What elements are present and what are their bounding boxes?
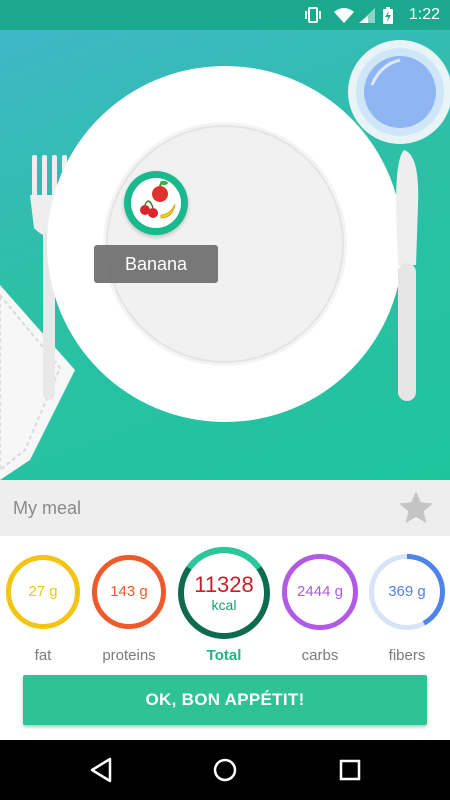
nutrient-fat: 27 g fat xyxy=(5,540,81,664)
meal-name[interactable]: My meal xyxy=(13,498,81,519)
home-icon[interactable] xyxy=(211,756,239,784)
nutrient-total: 11328 kcal Total xyxy=(177,540,271,664)
nutrient-proteins: 143 g proteins xyxy=(91,540,167,664)
fat-ring: 27 g xyxy=(5,554,81,630)
fibers-ring: 369 g xyxy=(368,553,446,631)
fibers-label: fibers xyxy=(388,647,426,664)
signal-icon xyxy=(359,8,375,23)
food-badge[interactable] xyxy=(124,171,188,235)
total-unit: kcal xyxy=(211,597,237,613)
proteins-value: 143 g xyxy=(110,583,148,600)
ok-bon-appetit-button[interactable]: OK, BON APPÉTIT! xyxy=(23,675,427,725)
vibrate-icon xyxy=(305,7,321,23)
navigation-bar xyxy=(0,740,450,800)
meal-header: My meal xyxy=(0,480,450,536)
total-value: 11328 xyxy=(194,572,254,597)
status-time: 1:22 xyxy=(408,6,440,23)
glass-icon xyxy=(348,40,450,144)
fibers-value: 369 g xyxy=(388,583,426,600)
total-label: Total xyxy=(206,647,242,664)
back-icon[interactable] xyxy=(88,756,114,784)
nutrient-fibers: 369 g fibers xyxy=(368,540,446,664)
recents-icon[interactable] xyxy=(337,756,363,784)
carbs-value: 2444 g xyxy=(297,583,343,600)
nutrient-summary: 27 g fat 143 g proteins 11328 kcal Total… xyxy=(0,540,450,670)
wifi-icon xyxy=(334,8,354,23)
proteins-label: proteins xyxy=(102,647,156,664)
total-ring: 11328 kcal xyxy=(177,546,271,640)
food-tooltip[interactable]: Banana xyxy=(94,245,218,283)
carbs-label: carbs xyxy=(301,647,339,664)
carbs-ring: 2444 g xyxy=(281,553,359,631)
proteins-ring: 143 g xyxy=(91,554,167,630)
nutrient-carbs: 2444 g carbs xyxy=(281,540,359,664)
table-scene: Banana xyxy=(0,30,450,480)
fat-label: fat xyxy=(34,647,52,664)
fat-value: 27 g xyxy=(28,583,58,600)
star-icon[interactable] xyxy=(396,488,436,528)
plate xyxy=(47,66,403,422)
plate-illustration xyxy=(0,40,450,480)
battery-charging-icon xyxy=(383,7,393,24)
knife-icon xyxy=(396,150,419,401)
fruit-icon xyxy=(140,180,176,219)
status-bar: 1:22 xyxy=(0,0,450,30)
